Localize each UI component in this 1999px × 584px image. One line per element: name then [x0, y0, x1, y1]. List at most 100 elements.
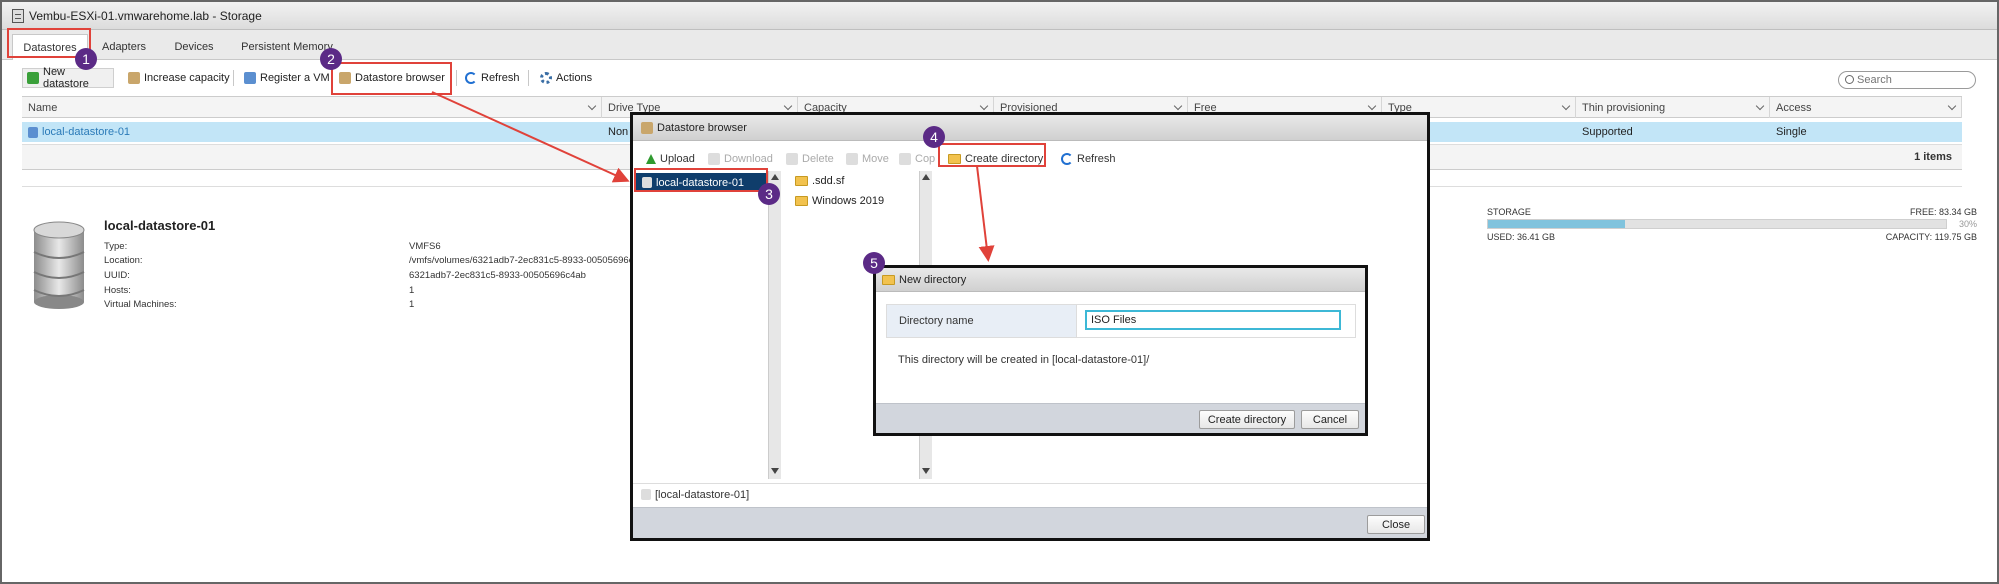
highlight-create-directory	[938, 143, 1046, 167]
column-name[interactable]: Name	[22, 97, 602, 118]
storage-capacity: CAPACITY: 119.75 GB	[1885, 232, 1977, 242]
button-label: Move	[862, 153, 889, 165]
close-button[interactable]: Close	[1367, 515, 1425, 534]
dialog-titlebar: New directory	[876, 268, 1365, 292]
scroll-down-icon	[922, 468, 930, 474]
increase-capacity-icon	[128, 72, 140, 84]
tab-label: Adapters	[101, 41, 147, 53]
search-input[interactable]	[1838, 71, 1976, 89]
chevron-down-icon	[979, 101, 989, 111]
button-label: Refresh	[481, 72, 520, 84]
location-label: Location:	[104, 255, 143, 266]
column-access[interactable]: Access	[1770, 97, 1962, 118]
copy-button[interactable]: Cop	[896, 150, 938, 168]
create-directory-submit-button[interactable]: Create directory	[1199, 410, 1295, 429]
scroll-up-icon	[771, 174, 779, 180]
uuid-label: UUID:	[104, 270, 130, 281]
upload-icon	[646, 154, 656, 164]
new-datastore-button[interactable]: New datastore	[22, 66, 114, 90]
increase-capacity-button[interactable]: Increase capacity	[124, 68, 234, 88]
refresh-icon	[1061, 153, 1073, 165]
button-label: Cop	[915, 153, 936, 165]
highlight-datastore-browser	[331, 62, 452, 95]
button-label: Upload	[660, 153, 695, 165]
button-label: New datastore	[43, 66, 89, 90]
tab-bar: Datastores Adapters Devices Persistent M…	[2, 30, 1997, 60]
virtual-machines-value: 1	[409, 299, 415, 310]
move-button[interactable]: Move	[843, 150, 892, 168]
storage-meter-fill	[1488, 220, 1626, 228]
virtual-machines-label: Virtual Machines:	[104, 299, 177, 310]
step-badge-3: 3	[758, 183, 780, 205]
tab-devices[interactable]: Devices	[168, 34, 220, 60]
copy-icon	[899, 153, 911, 165]
dialog-title: Datastore browser	[657, 121, 747, 134]
refresh-icon	[465, 72, 477, 84]
actions-button[interactable]: Actions	[536, 68, 596, 88]
button-label: Increase capacity	[144, 72, 230, 84]
upload-button[interactable]: Upload	[643, 150, 698, 168]
directory-hint: This directory will be created in [local…	[898, 354, 1150, 366]
download-icon	[708, 153, 720, 165]
storage-free: FREE: 83.34 GB	[1909, 207, 1977, 217]
storage-percent: 30%	[1958, 219, 1977, 229]
chevron-down-icon	[1173, 101, 1183, 111]
search-icon	[1845, 75, 1854, 84]
datastore-title: local-datastore-01	[104, 218, 216, 233]
dialog-title: New directory	[899, 273, 967, 286]
folder-item[interactable]: .sdd.sf	[795, 175, 844, 187]
refresh-button[interactable]: Refresh	[461, 68, 524, 88]
chevron-down-icon	[1755, 101, 1765, 111]
type-value: VMFS6	[409, 241, 441, 252]
register-vm-icon	[244, 72, 256, 84]
gear-icon	[540, 72, 552, 84]
dialog-titlebar: Datastore browser	[633, 115, 1427, 141]
new-datastore-icon	[27, 72, 39, 84]
storage-icon	[12, 8, 24, 23]
delete-button[interactable]: Delete	[783, 150, 837, 168]
directory-name-input[interactable]	[1085, 310, 1341, 330]
scroll-down-icon	[771, 468, 779, 474]
button-label: Delete	[802, 153, 834, 165]
cell-thin-provisioning: Supported	[1582, 126, 1633, 138]
toolbar-separator	[528, 70, 529, 86]
column-thin-provisioning[interactable]: Thin provisioning	[1576, 97, 1770, 118]
storage-label: STORAGE	[1487, 207, 1531, 217]
scrollbar[interactable]	[769, 171, 781, 479]
chevron-down-icon	[1561, 101, 1571, 111]
chevron-down-icon	[783, 101, 793, 111]
delete-icon	[786, 153, 798, 165]
directory-name-row: Directory name	[886, 304, 1356, 338]
tab-label: Persistent Memory	[241, 41, 333, 53]
tab-label: Devices	[174, 41, 214, 53]
new-directory-dialog: New directory Directory name This direct…	[873, 265, 1368, 436]
chevron-down-icon	[1367, 101, 1377, 111]
dialog-footer: Close	[633, 507, 1427, 538]
highlight-datastore-item	[634, 168, 768, 192]
button-label: Register a VM	[260, 72, 330, 84]
register-vm-button[interactable]: Register a VM	[240, 68, 334, 88]
button-label: Actions	[556, 72, 593, 84]
window-title: Vembu-ESXi-01.vmwarehome.lab - Storage	[29, 8, 262, 23]
hosts-label: Hosts:	[104, 285, 131, 296]
folder-name: Windows 2019	[812, 195, 885, 207]
column-label: Name	[28, 101, 58, 114]
folder-name: .sdd.sf	[812, 175, 845, 187]
path-text: [local-datastore-01]	[655, 488, 750, 501]
move-icon	[846, 153, 858, 165]
toolbar-separator	[456, 70, 457, 86]
cell-access: Single	[1776, 126, 1807, 138]
folder-item[interactable]: Windows 2019	[795, 195, 884, 207]
chevron-down-icon	[1947, 101, 1957, 111]
datastore-icon	[641, 489, 651, 500]
uuid-value: 6321adb7-2ec831c5-8933-00505696c4ab	[409, 270, 586, 281]
download-button[interactable]: Download	[705, 150, 776, 168]
browser-refresh-button[interactable]: Refresh	[1058, 150, 1119, 168]
datastore-pane	[633, 171, 769, 479]
column-label: Thin provisioning	[1582, 101, 1666, 114]
cancel-button[interactable]: Cancel	[1301, 410, 1359, 429]
location-value: /vmfs/volumes/6321adb7-2ec831c5-8933-005…	[409, 255, 634, 266]
datastore-browser-icon	[641, 121, 653, 134]
tab-adapters[interactable]: Adapters	[98, 34, 150, 60]
items-count: 1 items	[1914, 151, 1952, 163]
